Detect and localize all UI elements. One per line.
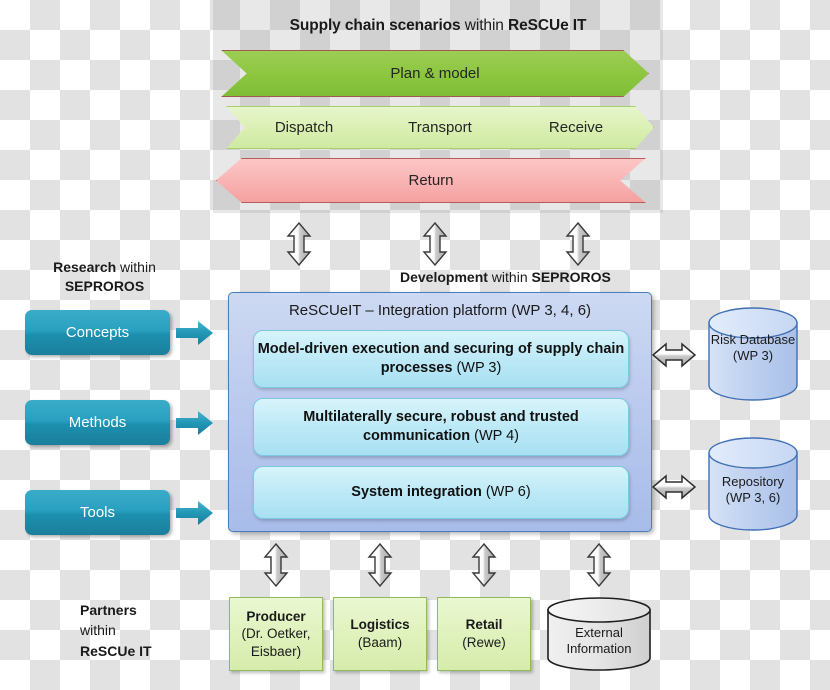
work-package-wp6-bold: System integration — [351, 484, 482, 501]
database-external-information-label: External Information — [545, 625, 653, 658]
partner-logistics-text: Logistics (Baam) — [350, 616, 409, 651]
double-arrow-vertical-icon — [422, 221, 448, 267]
page-title-bold-2: ReSCUe IT — [508, 17, 587, 34]
research-item-methods[interactable]: Methods — [25, 400, 170, 445]
research-item-tools[interactable]: Tools — [25, 490, 170, 535]
chevron-return-label: Return — [408, 172, 454, 189]
integration-platform: ReSCUeIT – Integration platform (WP 3, 4… — [228, 292, 652, 532]
research-label-bold-1: Research — [53, 259, 117, 275]
partner-logistics-name: Logistics — [350, 617, 410, 633]
work-package-wp3-bold: Model-driven execution and securing of s… — [257, 341, 625, 376]
development-label-bold-1: Development — [400, 269, 488, 285]
partner-retail-name: Retail — [465, 617, 503, 633]
database-external-information-line1: External — [575, 625, 623, 640]
work-package-wp6-code: (WP 6) — [481, 484, 531, 501]
development-label: Development within SEPROROS — [400, 268, 650, 287]
database-repository-name: Repository — [721, 474, 785, 489]
arrow-right-icon — [176, 320, 214, 346]
database-external-information[interactable]: External Information — [545, 596, 653, 672]
database-repository-wp: (WP 3, 6) — [725, 490, 781, 506]
database-risk-database[interactable]: Risk Database (WP 3) — [706, 306, 800, 402]
development-label-regular: within — [487, 269, 532, 285]
database-external-information-line2: Information — [566, 641, 632, 657]
database-risk-database-label: Risk Database (WP 3) — [706, 332, 800, 365]
arrow-right-icon — [176, 410, 214, 436]
chevron-transport[interactable]: Transport — [362, 106, 518, 149]
work-package-wp6-text: System integration (WP 6) — [351, 483, 530, 502]
double-arrow-vertical-icon — [565, 221, 591, 267]
work-package-wp3-text: Model-driven execution and securing of s… — [254, 340, 628, 378]
chevron-plan-and-model[interactable]: Plan & model — [221, 50, 649, 97]
chevron-dispatch[interactable]: Dispatch — [226, 106, 382, 149]
page-title-bold-1: Supply chain scenarios — [289, 17, 461, 34]
partner-producer-sub: (Dr. Oetker, Eisbaer) — [241, 626, 311, 659]
partners-label-bold-1: Partners — [80, 602, 137, 618]
arrow-right-icon — [176, 500, 214, 526]
partners-label-regular: within — [80, 622, 116, 639]
partner-retail-text: Retail (Rewe) — [462, 616, 506, 651]
double-arrow-vertical-icon — [367, 542, 393, 588]
research-item-tools-label: Tools — [79, 504, 116, 521]
database-repository[interactable]: Repository (WP 3, 6) — [706, 436, 800, 532]
partners-label-bold-2: ReSCUe IT — [80, 642, 152, 659]
work-package-wp6[interactable]: System integration (WP 6) — [253, 466, 629, 519]
double-arrow-vertical-icon — [471, 542, 497, 588]
research-label-bold-2: SEPROROS — [64, 277, 145, 294]
chevron-receive-label: Receive — [548, 119, 604, 136]
partner-logistics[interactable]: Logistics (Baam) — [333, 597, 427, 671]
database-risk-database-wp: (WP 3) — [732, 348, 774, 364]
partner-producer[interactable]: Producer (Dr. Oetker, Eisbaer) — [229, 597, 323, 671]
chevron-return[interactable]: Return — [216, 158, 646, 203]
work-package-wp4-text: Multilaterally secure, robust and truste… — [254, 408, 628, 446]
database-repository-label: Repository (WP 3, 6) — [706, 474, 800, 507]
research-item-concepts-label: Concepts — [65, 324, 130, 341]
double-arrow-vertical-icon — [586, 542, 612, 588]
database-risk-database-name: Risk Database — [710, 332, 796, 347]
double-arrow-vertical-icon — [286, 221, 312, 267]
page-title-regular: within — [460, 17, 509, 34]
work-package-wp4-code: (WP 4) — [470, 428, 520, 444]
chevron-dispatch-label: Dispatch — [274, 119, 334, 136]
double-arrow-horizontal-icon — [651, 474, 697, 500]
research-label-regular: within — [116, 259, 156, 275]
work-package-wp3[interactable]: Model-driven execution and securing of s… — [253, 330, 629, 388]
partner-producer-name: Producer — [246, 608, 306, 624]
research-item-methods-label: Methods — [68, 414, 127, 431]
partner-retail[interactable]: Retail (Rewe) — [437, 597, 531, 671]
work-package-wp4[interactable]: Multilaterally secure, robust and truste… — [253, 398, 629, 456]
chevron-plan-label: Plan & model — [390, 65, 480, 82]
partner-retail-sub: (Rewe) — [462, 635, 506, 650]
work-package-wp4-bold: Multilaterally secure, robust and truste… — [303, 409, 579, 444]
page-title: Supply chain scenarios within ReSCUe IT — [213, 17, 663, 35]
partner-logistics-sub: (Baam) — [357, 635, 403, 650]
chevron-receive[interactable]: Receive — [498, 106, 654, 149]
research-label: Research within SEPROROS — [22, 258, 187, 296]
research-item-concepts[interactable]: Concepts — [25, 310, 170, 355]
integration-platform-title: ReSCUeIT – Integration platform (WP 3, 4… — [288, 302, 592, 319]
partner-producer-text: Producer (Dr. Oetker, Eisbaer) — [230, 608, 322, 661]
chevron-transport-label: Transport — [408, 119, 472, 136]
partners-label: Partners within ReSCUe IT — [80, 600, 200, 661]
development-label-bold-2: SEPROROS — [531, 269, 611, 285]
work-package-wp3-code: (WP 3) — [452, 360, 502, 376]
diagram-canvas: Supply chain scenarios within ReSCUe IT … — [0, 0, 830, 690]
double-arrow-vertical-icon — [263, 542, 289, 588]
double-arrow-horizontal-icon — [651, 342, 697, 368]
